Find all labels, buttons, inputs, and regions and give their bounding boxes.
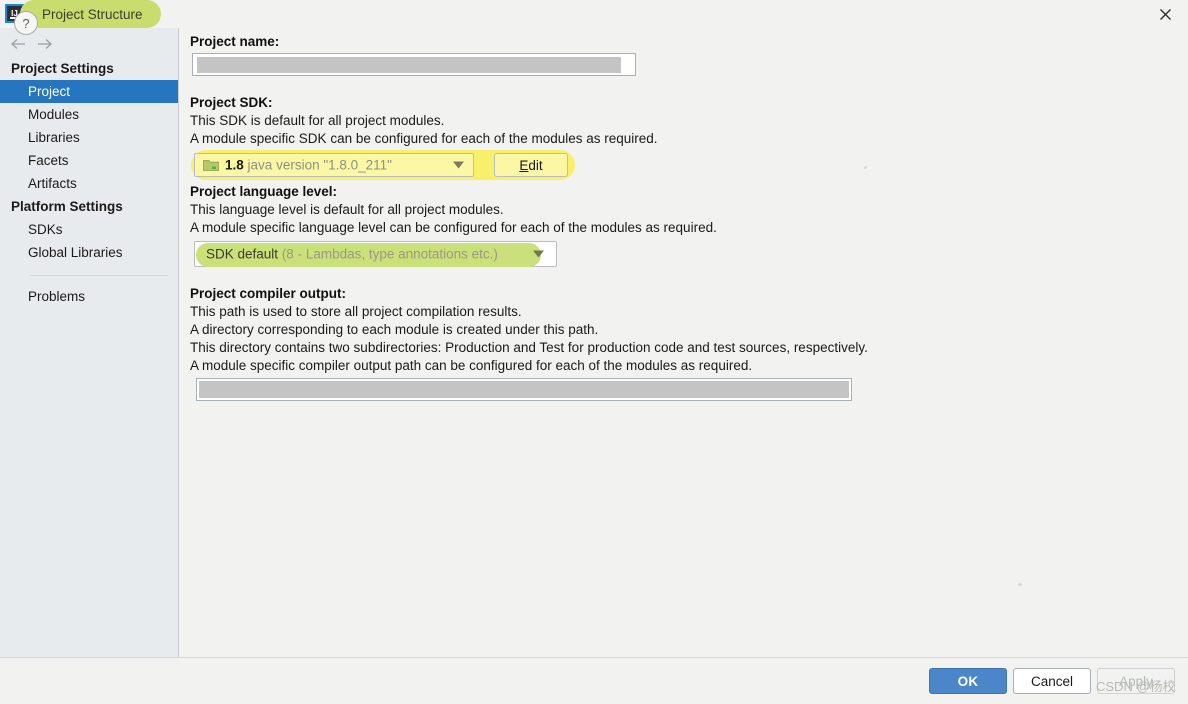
sidebar-item-global-libraries[interactable]: Global Libraries: [0, 241, 178, 264]
ok-button-label: OK: [957, 673, 979, 689]
language-level-detail: (8 - Lambdas, type annotations etc.): [281, 246, 498, 262]
project-sdk-value: 1.8 java version "1.8.0_211": [225, 158, 392, 173]
project-sdk-description-2: A module specific SDK can be configured …: [190, 131, 658, 146]
compiler-output-description-1: This path is used to store all project c…: [190, 304, 522, 319]
arrow-left-icon[interactable]: [8, 36, 28, 52]
compiler-output-label: Project compiler output:: [190, 286, 347, 301]
language-level-description-1: This language level is default for all p…: [190, 202, 504, 217]
language-level-name: SDK default: [206, 246, 279, 262]
sidebar-item-sdks[interactable]: SDKs: [0, 218, 178, 241]
close-icon[interactable]: [1142, 0, 1188, 28]
redacted-value: [199, 381, 849, 398]
project-sdk-label: Project SDK:: [190, 95, 273, 110]
edit-sdk-button-label: Edit: [519, 157, 543, 173]
sidebar-item-label: Problems: [28, 289, 86, 304]
project-settings-panel: Project name: Project SDK: This SDK is d…: [180, 28, 1188, 657]
chevron-down-icon[interactable]: [453, 161, 464, 169]
help-button[interactable]: ?: [14, 11, 38, 35]
ok-button[interactable]: OK: [929, 668, 1007, 694]
sidebar-item-label: Artifacts: [28, 176, 77, 191]
cancel-button[interactable]: Cancel: [1013, 668, 1091, 694]
project-name-input[interactable]: [192, 53, 636, 76]
sidebar-item-label: Global Libraries: [28, 245, 123, 260]
apply-button: Apply: [1097, 668, 1175, 694]
title-bar: IJ Project Structure: [0, 0, 1188, 28]
sidebar-item-modules[interactable]: Modules: [0, 103, 178, 126]
sidebar-item-problems[interactable]: Problems: [0, 285, 178, 308]
folder-icon: [203, 158, 219, 172]
sidebar-item-libraries[interactable]: Libraries: [0, 126, 178, 149]
sidebar-group-project-settings: Project Settings: [11, 61, 114, 76]
window-title: Project Structure: [20, 0, 161, 28]
dialog-footer: [0, 657, 1188, 704]
window-title-text: Project Structure: [42, 6, 143, 22]
language-level-value: SDK default (8 - Lambdas, type annotatio…: [206, 247, 498, 262]
settings-tree: Project Settings Project Modules Librari…: [0, 57, 178, 308]
project-sdk-description-1: This SDK is default for all project modu…: [190, 113, 445, 128]
compiler-output-description-2: A directory corresponding to each module…: [190, 322, 599, 337]
language-level-label: Project language level:: [190, 184, 338, 199]
image-artifact-dot: [1018, 583, 1022, 586]
sidebar-group-platform-settings: Platform Settings: [11, 199, 123, 214]
compiler-output-description-4: A module specific compiler output path c…: [190, 358, 753, 373]
project-name-label: Project name:: [190, 34, 280, 49]
compiler-output-description-3: This directory contains two subdirectori…: [190, 340, 868, 355]
cancel-button-label: Cancel: [1030, 673, 1074, 689]
sidebar-item-label: SDKs: [28, 222, 63, 237]
compiler-output-input[interactable]: [196, 378, 852, 401]
sidebar: Project Settings Project Modules Librari…: [0, 28, 179, 657]
sidebar-item-project[interactable]: Project: [0, 80, 178, 103]
question-mark-icon: ?: [22, 15, 30, 31]
sidebar-divider: [30, 275, 168, 276]
project-sdk-detail: java version "1.8.0_211": [247, 157, 392, 173]
project-sdk-version: 1.8: [225, 157, 244, 173]
sidebar-item-label: Project: [28, 84, 71, 99]
sidebar-item-artifacts[interactable]: Artifacts: [0, 172, 178, 195]
redacted-value: [197, 57, 621, 73]
apply-button-label: Apply: [1119, 673, 1153, 689]
edit-sdk-button[interactable]: Edit: [494, 153, 568, 177]
chevron-down-icon[interactable]: [533, 250, 544, 258]
sidebar-item-label: Facets: [28, 153, 69, 168]
image-artifact-dot: [864, 166, 867, 169]
arrow-right-icon[interactable]: [34, 36, 54, 52]
project-sdk-combobox[interactable]: 1.8 java version "1.8.0_211": [194, 153, 474, 177]
sidebar-item-label: Libraries: [28, 130, 80, 145]
language-level-description-2: A module specific language level can be …: [190, 220, 717, 235]
sidebar-item-label: Modules: [28, 107, 80, 122]
language-level-combobox[interactable]: SDK default (8 - Lambdas, type annotatio…: [194, 241, 557, 267]
sidebar-item-facets[interactable]: Facets: [0, 149, 178, 172]
